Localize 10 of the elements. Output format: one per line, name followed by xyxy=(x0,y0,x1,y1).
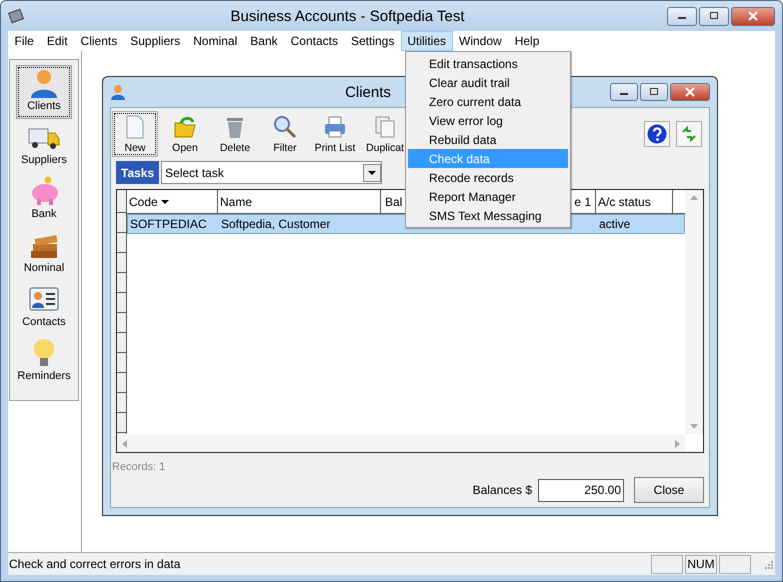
window-title: Business Accounts - Softpedia Test xyxy=(229,8,466,24)
table-cell: SOFTPEDIAC xyxy=(130,217,207,231)
window-title: Clients xyxy=(344,84,392,100)
records-count: Records: 1 xyxy=(112,461,166,473)
num-lock-indicator: NUM xyxy=(685,554,717,574)
balances-label: Balances $ xyxy=(472,483,532,497)
tasks-label: Tasks xyxy=(116,161,160,184)
status-message: Check and correct errors in data xyxy=(8,557,182,571)
table-cell: Softpedia, Customer xyxy=(221,217,330,231)
table-cell: active xyxy=(599,217,630,231)
